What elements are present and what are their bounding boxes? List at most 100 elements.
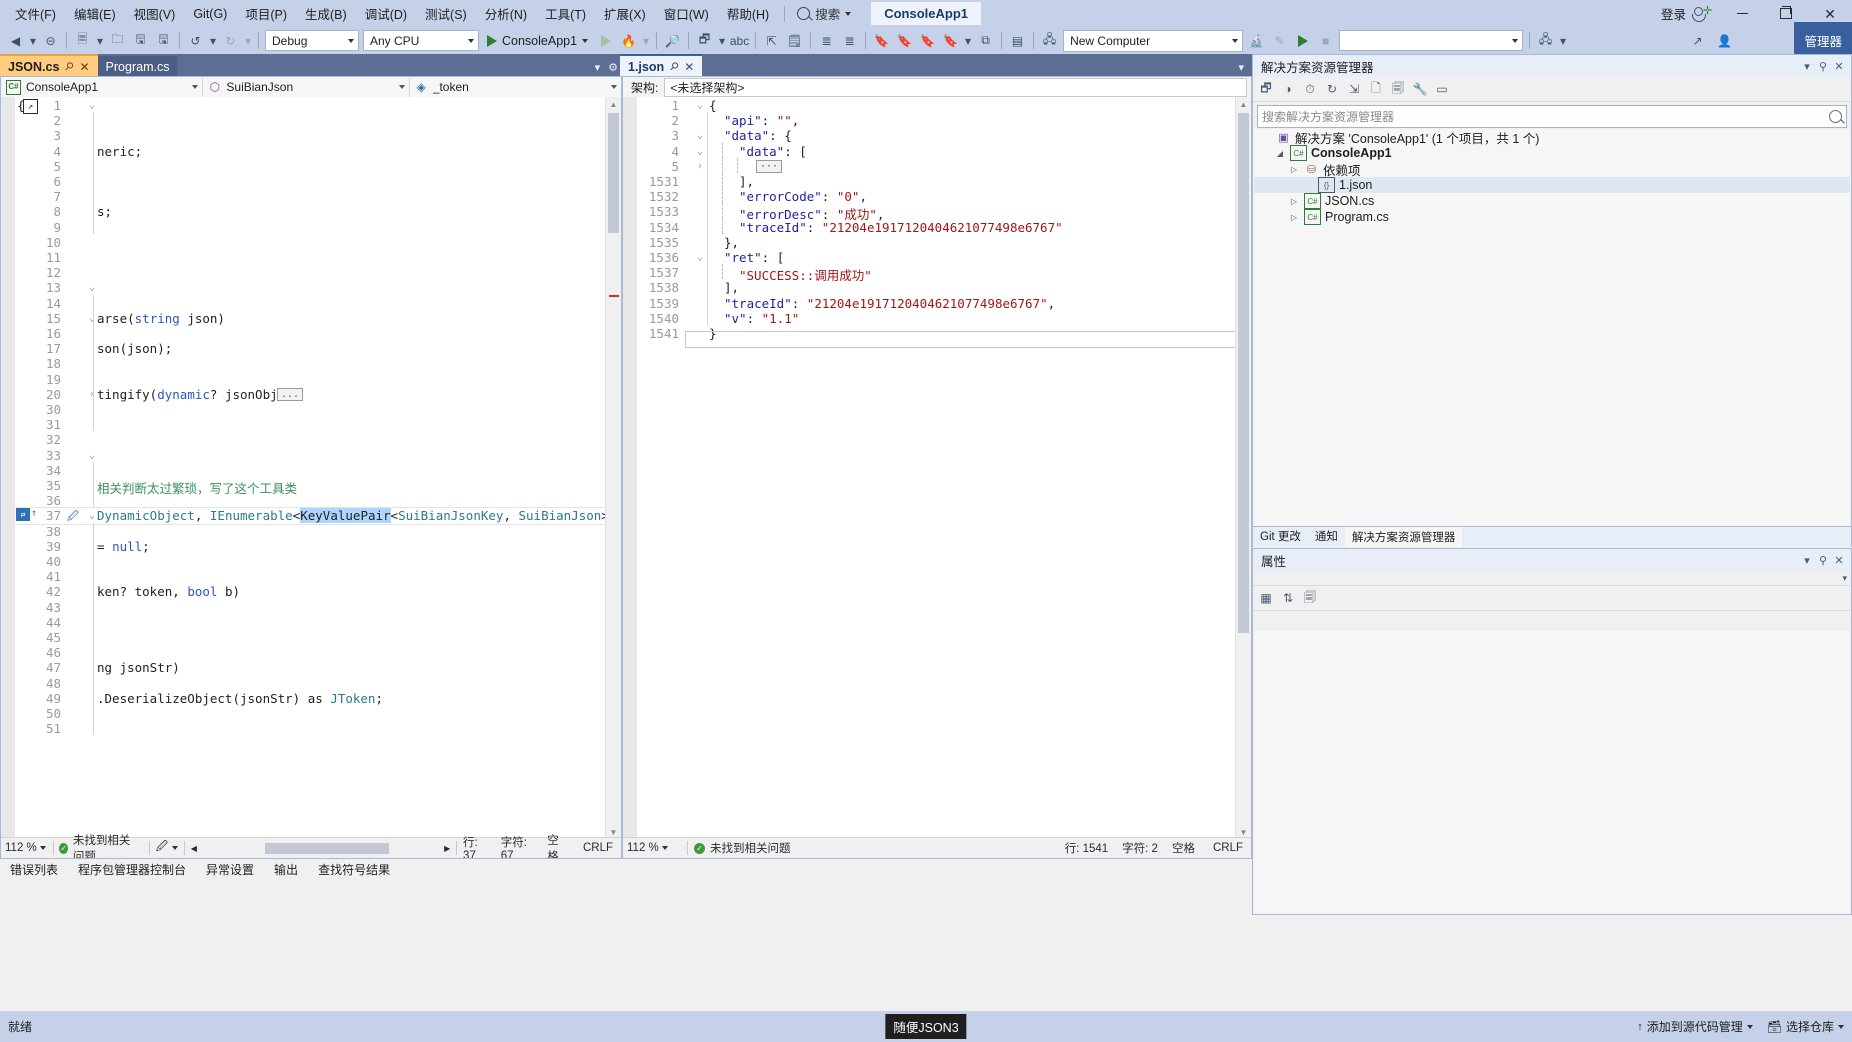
menu-item-edit[interactable]: 编辑(E) [65, 0, 125, 27]
circle-fill-icon[interactable]: ◑ [1278, 79, 1298, 99]
scroll-up-arrow-icon[interactable]: ▲ [1236, 97, 1251, 112]
tool-tab-find-symbol-results[interactable]: 查找符号结果 [308, 859, 400, 880]
link-icon[interactable]: 🗗 [1256, 79, 1276, 99]
window-layout-dropdown-icon[interactable]: ▾ [717, 30, 727, 51]
team-explorer-icon[interactable]: 🖧 [1535, 30, 1556, 51]
solution-search-input[interactable]: 搜索解决方案资源管理器 [1257, 105, 1847, 128]
redo-dropdown-icon[interactable]: ▾ [243, 30, 253, 51]
menu-item-extensions[interactable]: 扩展(X) [595, 0, 655, 27]
menu-item-view[interactable]: 视图(V) [125, 0, 185, 27]
save-icon[interactable]: 🖫 [130, 30, 151, 51]
csharp-zoom-control[interactable]: 112 % [1, 839, 47, 858]
json-code-area[interactable]: 1 ⌄ {2 "api": "", 3 ⌄ "data": {4 ⌄ "data": [5 › ··… [623, 97, 1251, 858]
menu-item-help[interactable]: 帮助(H) [718, 0, 778, 27]
undo-icon[interactable]: ↺ [185, 30, 206, 51]
taskbar-app-chip[interactable]: 随便JSON3 [885, 1014, 967, 1039]
json-fold-toggle[interactable]: ⌄ [697, 130, 703, 141]
quick-actions-icon[interactable]: 🖉 [67, 508, 79, 527]
chevron-down-icon[interactable]: ▾ [1842, 573, 1847, 584]
menu-item-window[interactable]: 窗口(W) [655, 0, 718, 27]
start-without-debugging-icon[interactable] [595, 30, 616, 51]
csharp-vscroll-thumb[interactable] [608, 113, 619, 233]
csharp-horizontal-scrollbar[interactable] [204, 842, 437, 854]
csharp-hscroll-thumb[interactable] [264, 842, 389, 854]
nav-type-combo[interactable]: ⬡ SuiBianJson [203, 77, 410, 97]
close-icon[interactable]: ✕ [1831, 58, 1847, 74]
nav-project-combo[interactable]: C# ConsoleApp1 [1, 77, 204, 97]
json-fold-toggle[interactable]: › [697, 161, 703, 172]
close-icon[interactable]: ✕ [1831, 552, 1847, 568]
settings-dropdown-icon[interactable]: ▾ [1558, 30, 1568, 51]
properties-grid[interactable] [1254, 631, 1850, 913]
solution-tree-node[interactable]: ▣ 解决方案 'ConsoleApp1' (1 个项目，共 1 个) [1254, 129, 1850, 146]
properties-icon[interactable]: 🗐 [1388, 79, 1408, 99]
dock-tab-solution-explorer[interactable]: 解决方案资源管理器 [1344, 525, 1463, 547]
collapse-all-icon[interactable]: ⇲ [1344, 79, 1364, 99]
start-debugging-button[interactable]: ConsoleApp1 [481, 32, 594, 50]
build-configuration-combo[interactable]: Debug [265, 30, 359, 51]
properties-page-icon[interactable]: 🗐 [1300, 588, 1320, 608]
window-layout-icon[interactable]: 🗗 [694, 30, 715, 51]
panel-dropdown-icon[interactable]: ▾ [1799, 552, 1815, 568]
menu-item-test[interactable]: 测试(S) [416, 0, 476, 27]
close-icon[interactable]: ✕ [79, 60, 89, 74]
bookmark-icon[interactable]: 🔖 [871, 30, 892, 51]
csharp-hscroll-right-arrow[interactable]: ▶ [444, 844, 450, 853]
chevron-collapsed-icon[interactable]: ▷ [1288, 213, 1300, 222]
quick-launch-combo[interactable] [1339, 30, 1524, 51]
open-file-icon[interactable]: 🗀 [107, 30, 128, 51]
attach-process-icon[interactable]: 🖧 [1039, 30, 1060, 51]
collapsed-block-ellipsis[interactable]: ··· [756, 159, 783, 173]
alphabetical-icon[interactable]: ⇅ [1278, 588, 1298, 608]
tab-program-cs[interactable]: Program.cs [97, 56, 178, 77]
json-fold-toggle[interactable]: ⌄ [697, 252, 703, 263]
redo-icon[interactable]: ↻ [220, 30, 241, 51]
step-into-icon[interactable] [1292, 30, 1313, 51]
comment-selection-icon[interactable]: 🗒 [784, 30, 805, 51]
toolbox-icon[interactable]: ▤ [1007, 30, 1028, 51]
json-vscroll-thumb[interactable] [1238, 113, 1249, 633]
menu-item-project[interactable]: 项目(P) [236, 0, 296, 27]
bookmark-dropdown-icon[interactable]: ▾ [963, 30, 973, 51]
menu-item-build[interactable]: 生成(B) [296, 0, 356, 27]
json-zoom-control[interactable]: 112 % [623, 839, 681, 858]
undo-dropdown-icon[interactable]: ▾ [208, 30, 218, 51]
diagnostics-icon[interactable]: 🔬 [1246, 30, 1267, 51]
next-bookmark-icon[interactable]: 🔖 [917, 30, 938, 51]
menu-item-analyze[interactable]: 分析(N) [476, 0, 536, 27]
pin-icon[interactable]: ⚲ [1815, 58, 1831, 74]
hot-reload-icon[interactable]: 🔥 [618, 30, 639, 51]
csharp-fold-toggle[interactable]: ⌄ [89, 450, 95, 461]
preview-icon[interactable]: ▭ [1432, 79, 1452, 99]
hot-reload-dropdown-icon[interactable]: ▾ [641, 30, 651, 51]
account-add-icon[interactable]: ✛ [1692, 5, 1712, 22]
categorized-icon[interactable]: ▦ [1256, 588, 1276, 608]
json-vertical-scrollbar[interactable]: ▲ ▼ [1235, 97, 1251, 840]
tab-1-json[interactable]: 1.json ⚲ ✕ [620, 54, 703, 77]
select-tool-icon[interactable]: ⇱ [761, 30, 782, 51]
refresh-icon[interactable]: ↻ [1322, 79, 1342, 99]
pin-icon[interactable]: ⚲ [667, 59, 682, 74]
build-platform-combo[interactable]: Any CPU [363, 30, 479, 51]
pin-icon[interactable]: ⚲ [62, 59, 77, 74]
csharp-fold-toggle[interactable]: ⌄ [89, 100, 95, 111]
search-in-files-icon[interactable]: 🔎 [662, 30, 683, 51]
dock-tab-notifications[interactable]: 通知 [1308, 526, 1345, 546]
save-all-icon[interactable]: 🖫 [153, 30, 174, 51]
csharp-code-area[interactable]: { ↗ 1⌄234neric;5678s;910111213⌄1415⌄arse… [1, 97, 621, 858]
edit-icon[interactable]: ✎ [1269, 30, 1290, 51]
tab-list-dropdown-icon[interactable]: ▾ [1238, 61, 1244, 74]
select-repository-button[interactable]: 🗃 选择仓库 [1767, 1018, 1844, 1035]
live-share-icon[interactable]: 👤 [1714, 30, 1735, 51]
json-fold-toggle[interactable]: ⌄ [697, 100, 703, 111]
share-icon[interactable]: ↗ [1687, 30, 1708, 51]
chevron-collapsed-icon[interactable]: ▷ [1288, 197, 1300, 206]
solution-tree-node[interactable]: {} 1.json [1254, 177, 1850, 193]
gear-icon[interactable]: ⚙ [608, 61, 618, 74]
nav-member-combo[interactable]: ◈ _token [410, 78, 621, 97]
forward-arrow-icon[interactable]: ⊝ [40, 30, 61, 51]
dock-tab-git-changes[interactable]: Git 更改 [1253, 526, 1308, 546]
json-schema-combo[interactable]: <未选择架构> [664, 77, 1247, 97]
prev-bookmark-icon[interactable]: 🔖 [894, 30, 915, 51]
menu-item-debug[interactable]: 调试(D) [356, 0, 416, 27]
